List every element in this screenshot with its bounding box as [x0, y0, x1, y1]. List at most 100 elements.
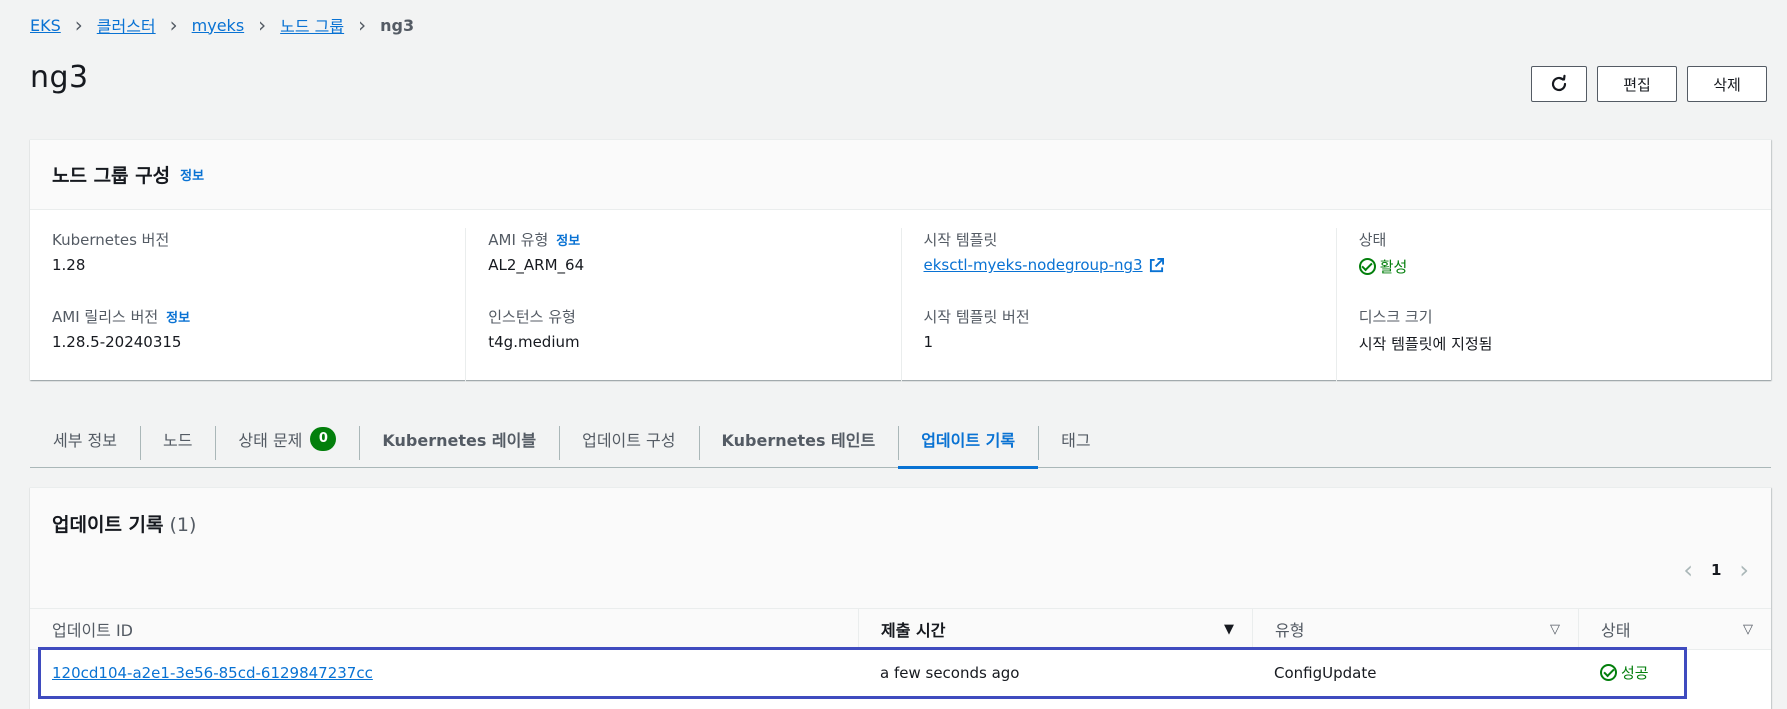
kv-ami-release: AMI 릴리스 버전 정보 1.28.5-20240315: [52, 305, 443, 382]
status-text: 성공: [1621, 664, 1649, 682]
kv-status: 상태 활성: [1358, 228, 1749, 305]
ami-type-info-link[interactable]: 정보: [556, 230, 580, 249]
chevron-right-icon: ›: [258, 13, 267, 37]
page-number[interactable]: 1: [1711, 561, 1721, 579]
config-panel-header: 노드 그룹 구성 정보: [30, 140, 1771, 210]
cell-update-id: 120cd104-a2e1-3e56-85cd-6129847237cc: [30, 664, 858, 682]
kv-label-text: AMI 유형: [488, 230, 549, 249]
tab-label: 세부 정보: [53, 430, 117, 450]
update-id-link[interactable]: 120cd104-a2e1-3e56-85cd-6129847237cc: [52, 664, 373, 682]
config-col-4: 상태 활성 디스크 크기 시작 템플릿에 지정됨: [1335, 228, 1771, 382]
tab-label: 태그: [1061, 430, 1091, 450]
kv-launch-template-version: 시작 템플릿 버전 1: [924, 305, 1314, 382]
node-group-config-panel: 노드 그룹 구성 정보 Kubernetes 버전 1.28 AMI 릴리스 버…: [30, 139, 1771, 382]
kv-instance-type: 인스턴스 유형 t4g.medium: [488, 305, 878, 382]
update-history-title-text: 업데이트 기록: [52, 514, 164, 536]
refresh-icon: [1551, 74, 1567, 92]
kv-disk-size: 디스크 크기 시작 템플릿에 지정됨: [1359, 305, 1749, 382]
column-label: 유형: [1275, 621, 1305, 640]
check-circle-icon: [1358, 258, 1376, 275]
kv-label: 인스턴스 유형: [488, 307, 576, 326]
breadcrumb-current: ng3: [380, 15, 415, 35]
external-link-icon[interactable]: [1149, 257, 1164, 273]
column-label: 제출 시간: [881, 621, 946, 640]
chevron-right-icon: ›: [358, 13, 367, 37]
column-label: 업데이트 ID: [52, 621, 134, 640]
sort-icon[interactable]: ▽: [1743, 622, 1753, 637]
config-col-1: Kubernetes 버전 1.28 AMI 릴리스 버전 정보 1.28.5-…: [30, 228, 465, 382]
header-actions: 편집 삭제: [1531, 66, 1767, 102]
kv-label: 시작 템플릿 버전: [923, 307, 1030, 326]
tab-update-config[interactable]: 업데이트 구성: [559, 410, 698, 468]
kv-value: 1: [923, 333, 934, 351]
column-header-type[interactable]: 유형 ▽: [1252, 609, 1578, 649]
tab-label: 업데이트 기록: [921, 430, 1016, 450]
column-header-submitted-time[interactable]: 제출 시간 ▼: [858, 609, 1252, 649]
chevron-right-icon: ›: [169, 13, 178, 37]
status-value: 활성: [1358, 256, 1749, 277]
kv-label: AMI 릴리스 버전 정보: [52, 305, 443, 327]
breadcrumb-clusters[interactable]: 클러스터: [97, 13, 156, 37]
tab-tags[interactable]: 태그: [1038, 410, 1113, 468]
config-grid: Kubernetes 버전 1.28 AMI 릴리스 버전 정보 1.28.5-…: [30, 210, 1771, 382]
update-history-header: 업데이트 기록 (1) ‹ 1 ›: [30, 488, 1771, 608]
breadcrumb-node-groups[interactable]: 노드 그룹: [280, 13, 344, 37]
kv-label: 시작 템플릿: [923, 230, 998, 249]
status-text: 활성: [1379, 258, 1408, 276]
update-history-panel: 업데이트 기록 (1) ‹ 1 › 업데이트 ID 제출 시간 ▼ 유형 ▽ 상태…: [30, 487, 1771, 709]
kv-value: eksctl-myeks-nodegroup-ng3: [924, 256, 1314, 274]
check-circle-icon: [1600, 664, 1617, 681]
kv-label-text: AMI 릴리스 버전: [52, 307, 159, 326]
chevron-left-icon[interactable]: ‹: [1683, 558, 1693, 582]
tab-kubernetes-labels[interactable]: Kubernetes 레이블: [359, 410, 559, 468]
sort-icon[interactable]: ▽: [1550, 622, 1560, 637]
tab-label: 업데이트 구성: [582, 430, 676, 450]
tab-bar: 세부 정보 노드 상태 문제 0 Kubernetes 레이블 업데이트 구성 …: [30, 410, 1771, 469]
refresh-button[interactable]: [1531, 66, 1587, 102]
cell-status: 성공: [1578, 662, 1771, 683]
update-history-title: 업데이트 기록 (1): [52, 514, 196, 536]
config-info-link[interactable]: 정보: [180, 165, 204, 184]
kv-value: 시작 템플릿에 지정됨: [1358, 335, 1493, 353]
tab-label: 노드: [162, 430, 193, 450]
kv-value: 1.28: [52, 256, 86, 274]
ami-release-info-link[interactable]: 정보: [166, 307, 190, 326]
health-issues-count-badge: 0: [310, 426, 337, 451]
kv-value: 1.28.5-20240315: [52, 333, 182, 351]
breadcrumb: EKS › 클러스터 › myeks › 노드 그룹 › ng3: [30, 13, 414, 37]
tab-label: 상태 문제: [238, 430, 303, 450]
cell-submitted-time: a few seconds ago: [880, 663, 1020, 682]
config-panel-title: 노드 그룹 구성: [52, 165, 171, 187]
kv-launch-template: 시작 템플릿 eksctl-myeks-nodegroup-ng3: [924, 228, 1314, 305]
breadcrumb-eks[interactable]: EKS: [30, 16, 61, 35]
update-history-count: (1): [169, 514, 197, 536]
config-col-3: 시작 템플릿 eksctl-myeks-nodegroup-ng3 시작 템플릿…: [900, 228, 1336, 382]
delete-button[interactable]: 삭제: [1687, 66, 1767, 102]
cell-type: ConfigUpdate: [1274, 663, 1377, 682]
kv-label: Kubernetes 버전: [52, 230, 170, 249]
column-header-status[interactable]: 상태 ▽: [1578, 609, 1771, 649]
tab-nodes[interactable]: 노드: [139, 410, 215, 468]
table-row: 120cd104-a2e1-3e56-85cd-6129847237cc a f…: [30, 650, 1771, 695]
column-header-update-id[interactable]: 업데이트 ID: [30, 609, 858, 649]
config-col-2: AMI 유형 정보 AL2_ARM_64 인스턴스 유형 t4g.medium: [465, 228, 900, 382]
tab-label: Kubernetes 레이블: [382, 430, 537, 450]
chevron-right-icon[interactable]: ›: [1739, 558, 1749, 582]
edit-button[interactable]: 편집: [1597, 66, 1677, 102]
tab-label: Kubernetes 테인트: [721, 430, 876, 450]
kv-label: AMI 유형 정보: [488, 228, 878, 250]
kv-value: t4g.medium: [488, 333, 580, 351]
kv-ami-type: AMI 유형 정보 AL2_ARM_64: [488, 228, 878, 305]
tab-health-issues[interactable]: 상태 문제 0: [215, 410, 359, 468]
tab-update-history[interactable]: 업데이트 기록: [898, 410, 1038, 469]
breadcrumb-cluster-myeks[interactable]: myeks: [192, 16, 245, 35]
kv-label: 상태: [1358, 230, 1387, 249]
kv-label: 디스크 크기: [1358, 307, 1433, 326]
column-label: 상태: [1601, 621, 1631, 640]
sort-descending-icon[interactable]: ▼: [1224, 622, 1234, 637]
tab-details[interactable]: 세부 정보: [30, 410, 140, 468]
kv-k8s-version: Kubernetes 버전 1.28: [52, 228, 443, 305]
tab-kubernetes-taints[interactable]: Kubernetes 테인트: [698, 410, 899, 468]
page-title: ng3: [30, 60, 89, 95]
launch-template-link[interactable]: eksctl-myeks-nodegroup-ng3: [924, 256, 1143, 274]
